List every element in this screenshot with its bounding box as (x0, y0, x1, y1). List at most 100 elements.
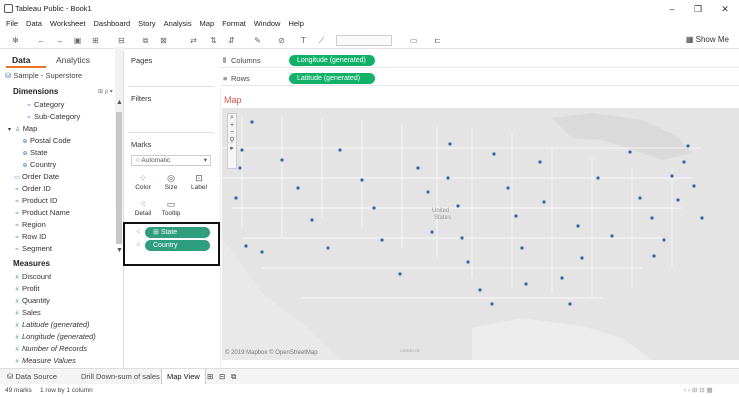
menu-format[interactable]: Format (222, 18, 246, 30)
tab-data[interactable]: Data (12, 55, 30, 65)
data-source-tab[interactable]: ⛁ Data Source (2, 369, 62, 385)
measure-field[interactable]: # Measure Values (12, 355, 118, 367)
minimize-button[interactable]: – (664, 2, 680, 16)
tab-analytics[interactable]: Analytics (56, 55, 90, 65)
data-source-item[interactable]: ⛁ Sample - Superstore (5, 71, 123, 83)
scroll-up-icon[interactable]: ▲ (116, 99, 123, 106)
state-mark[interactable] (460, 236, 464, 240)
measure-field[interactable]: # Number of Records (12, 343, 118, 355)
restore-button[interactable]: ❐ (690, 2, 706, 16)
longitude-pill[interactable]: Longitude (generated) (289, 55, 375, 66)
state-mark[interactable] (448, 142, 452, 146)
dimension-field[interactable]: ⊕ Country (8, 159, 114, 171)
group-icon[interactable]: ⊘ (276, 35, 287, 46)
state-mark[interactable] (568, 302, 572, 306)
duplicate-sheet-icon[interactable]: ⧉ (140, 35, 151, 46)
state-mark[interactable] (250, 120, 254, 124)
dimension-field[interactable]: ≈ Row ID (8, 231, 114, 243)
state-mark[interactable] (234, 196, 238, 200)
mark-type-select[interactable]: ○ Automatic ▾ (131, 155, 211, 166)
map-search-icon[interactable]: ⌕ (228, 114, 236, 122)
sheet-tab-map-view[interactable]: Map View (161, 369, 206, 385)
state-mark[interactable] (240, 148, 244, 152)
menu-story[interactable]: Story (138, 18, 156, 30)
state-mark[interactable] (326, 246, 330, 250)
scroll-down-icon[interactable]: ▼ (116, 247, 123, 254)
save-icon[interactable]: ▣ (72, 35, 83, 46)
state-mark[interactable] (610, 234, 614, 238)
labels-icon[interactable]: T (298, 35, 309, 46)
dimensions-options-icon[interactable]: ⊞ ρ ▾ (98, 88, 113, 95)
share-icon[interactable]: ⊏ (432, 35, 443, 46)
state-mark[interactable] (238, 166, 242, 170)
pin-icon[interactable]: ⟋ (316, 35, 327, 46)
fit-select[interactable] (336, 35, 392, 46)
latitude-pill[interactable]: Latitude (generated) (289, 73, 375, 84)
state-mark[interactable] (360, 178, 364, 182)
redo-icon[interactable]: → (54, 35, 65, 46)
state-mark[interactable] (338, 148, 342, 152)
state-mark[interactable] (490, 302, 494, 306)
measure-field[interactable]: # Sales (12, 307, 118, 319)
new-story-tab-icon[interactable]: ⧉ (226, 369, 241, 385)
dimension-field[interactable]: ⊕ State (8, 147, 114, 159)
state-mark[interactable] (310, 218, 314, 222)
state-mark[interactable] (446, 176, 450, 180)
dimension-field[interactable]: ≈ Product ID (8, 195, 114, 207)
state-mark[interactable] (506, 186, 510, 190)
dimension-field[interactable]: ⊕ Postal Code (8, 135, 114, 147)
measure-field[interactable]: # Quantity (12, 295, 118, 307)
menu-worksheet[interactable]: Worksheet (50, 18, 86, 30)
state-mark[interactable] (398, 272, 402, 276)
dimension-field[interactable]: ▭ Order Date (8, 171, 114, 183)
state-mark[interactable] (542, 200, 546, 204)
state-mark[interactable] (416, 166, 420, 170)
menu-file[interactable]: File (6, 18, 18, 30)
menu-map[interactable]: Map (200, 18, 215, 30)
zoom-out-icon[interactable]: − (228, 129, 236, 136)
state-mark[interactable] (692, 184, 696, 188)
state-mark[interactable] (538, 160, 542, 164)
state-mark[interactable] (478, 288, 482, 292)
color-button[interactable]: ⁘ Color (132, 172, 154, 194)
sheet-tab-drill-down[interactable]: Drill Down-sum of sales (76, 369, 165, 385)
state-mark[interactable] (682, 160, 686, 164)
highlight-icon[interactable]: ✎ (252, 35, 263, 46)
dimension-field[interactable]: ≈ Category (8, 99, 114, 111)
state-detail-pill[interactable]: ⊞ State (145, 227, 210, 238)
columns-shelf[interactable]: ⦀ Columns Longitude (generated) (220, 53, 739, 68)
state-mark[interactable] (652, 254, 656, 258)
state-mark[interactable] (676, 198, 680, 202)
menu-window[interactable]: Window (254, 18, 281, 30)
state-mark[interactable] (686, 144, 690, 148)
clear-sheet-icon[interactable]: ⊠ (158, 35, 169, 46)
state-mark[interactable] (430, 230, 434, 234)
state-mark[interactable] (492, 152, 496, 156)
state-mark[interactable] (244, 244, 248, 248)
state-mark[interactable] (514, 214, 518, 218)
dimension-field[interactable]: ≈ Sub-Category (8, 111, 114, 123)
tooltip-button[interactable]: ▭ Tooltip (160, 198, 182, 220)
dimension-field[interactable]: ≈ Segment (8, 243, 114, 255)
tableau-logo-icon[interactable]: ✻ (10, 35, 21, 46)
state-mark[interactable] (280, 158, 284, 162)
pin-map-icon[interactable]: ⚲ (228, 136, 236, 144)
state-mark[interactable] (650, 216, 654, 220)
state-mark[interactable] (638, 196, 642, 200)
dimension-field[interactable]: ≈ Product Name (8, 207, 114, 219)
state-mark[interactable] (580, 256, 584, 260)
state-mark[interactable] (520, 246, 524, 250)
new-worksheet-icon[interactable]: ⊟ (116, 35, 127, 46)
menu-analysis[interactable]: Analysis (164, 18, 192, 30)
state-mark[interactable] (700, 216, 704, 220)
close-button[interactable]: ✕ (717, 2, 733, 16)
state-mark[interactable] (560, 276, 564, 280)
state-mark[interactable] (372, 206, 376, 210)
menu-help[interactable]: Help (288, 18, 303, 30)
state-mark[interactable] (662, 238, 666, 242)
measure-field[interactable]: # Profit (12, 283, 118, 295)
state-mark[interactable] (628, 150, 632, 154)
rows-shelf[interactable]: ≡ Rows Latitude (generated) (220, 71, 739, 86)
presentation-icon[interactable]: ▭ (408, 35, 419, 46)
menu-data[interactable]: Data (26, 18, 42, 30)
